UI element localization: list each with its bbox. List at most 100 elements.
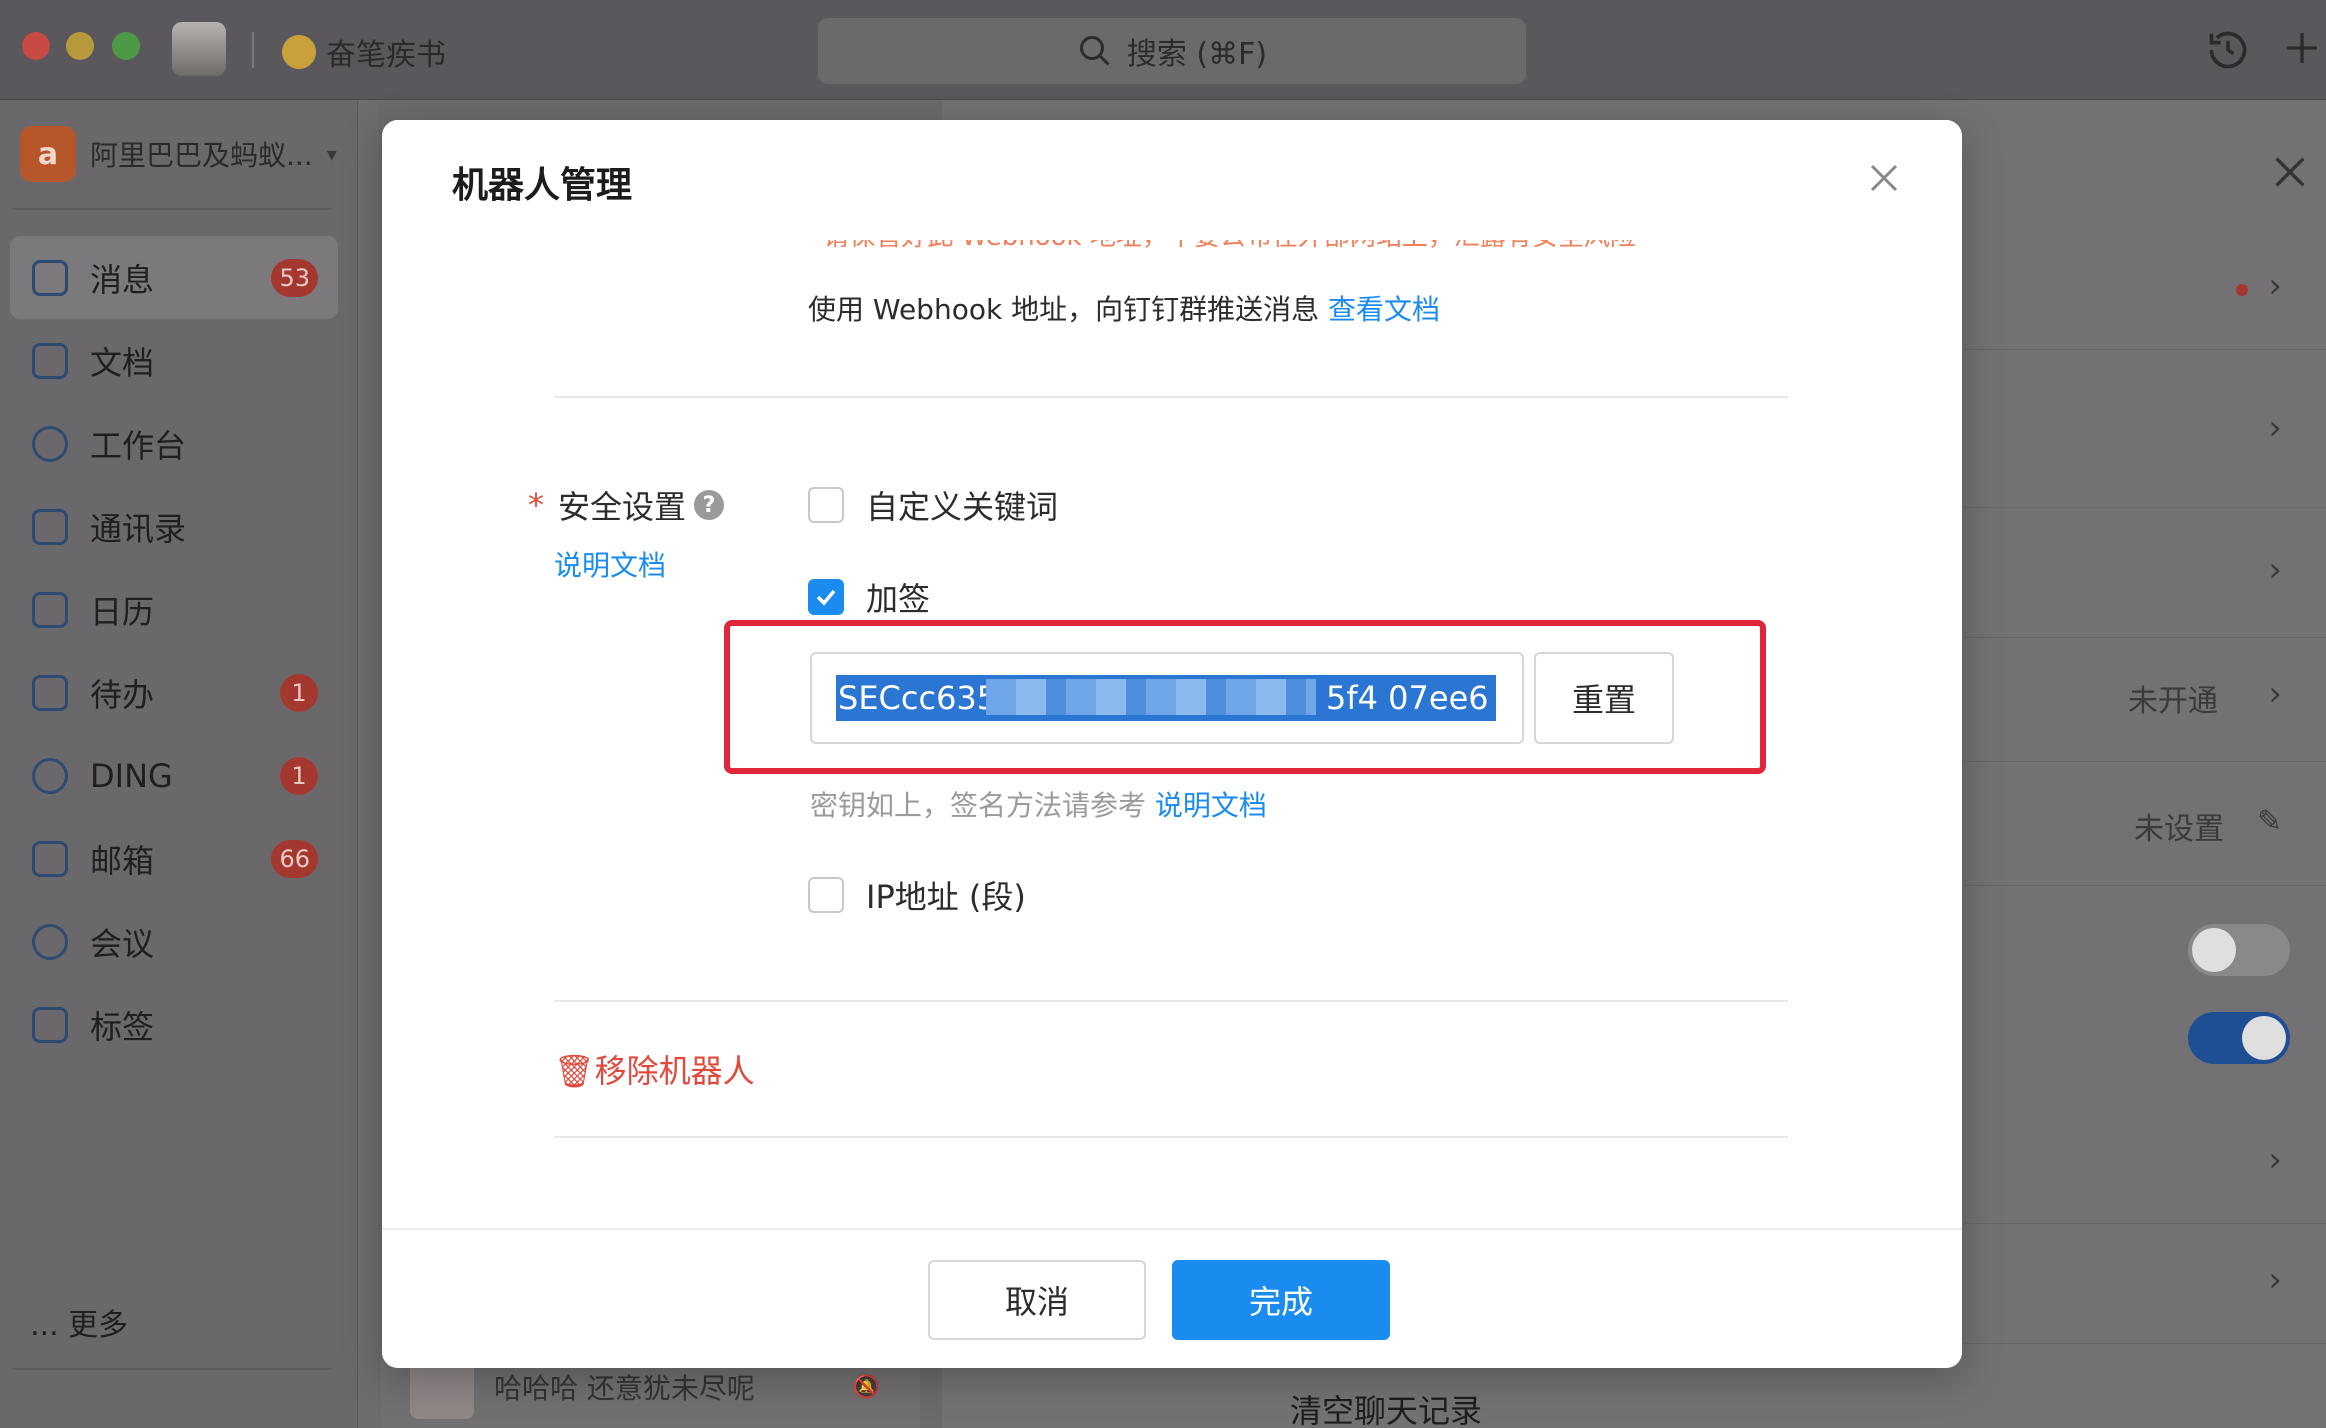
view-docs-link[interactable]: 查看文档 bbox=[1328, 293, 1440, 326]
plus-icon[interactable] bbox=[2282, 28, 2322, 68]
status-label[interactable]: 奋笔疾书 bbox=[282, 30, 446, 74]
search-icon bbox=[1079, 36, 1110, 66]
unread-badge: 53 bbox=[271, 258, 318, 297]
hint-text: 密钥如上，签名方法请参考 bbox=[810, 789, 1147, 822]
sidebar-item-label: 待办 bbox=[90, 675, 155, 714]
calendar-icon bbox=[32, 591, 68, 628]
remove-robot-button[interactable]: 🗑移除机器人 bbox=[554, 1046, 755, 1092]
sidebar-item-label: 邮箱 bbox=[90, 841, 155, 880]
sidebar-item-label: 会议 bbox=[90, 924, 155, 963]
sidebar-item-ding[interactable]: DING 1 bbox=[10, 734, 338, 817]
lightning-icon bbox=[32, 757, 68, 794]
divider bbox=[12, 1368, 332, 1370]
option-label: IP地址 (段) bbox=[866, 878, 1026, 916]
clear-chat-button[interactable]: 清空聊天记录 bbox=[1290, 1386, 1482, 1428]
window-zoom-button[interactable] bbox=[112, 32, 140, 60]
webhook-description: 使用 Webhook 地址，向钉钉群推送消息 查看文档 bbox=[808, 288, 1440, 328]
mute-icon: 🔕 bbox=[852, 1374, 880, 1400]
sidebar-item-label: 消息 bbox=[90, 260, 155, 299]
search-bar[interactable]: 搜索 (⌘F) bbox=[818, 18, 1526, 84]
unread-badge: 66 bbox=[271, 839, 318, 878]
emoji-icon bbox=[282, 35, 316, 69]
toggle-off[interactable] bbox=[2188, 924, 2290, 976]
help-icon[interactable]: ? bbox=[694, 490, 725, 520]
chevron-right-icon: › bbox=[2268, 1260, 2282, 1300]
sidebar-item-label: 标签 bbox=[90, 1007, 155, 1046]
contacts-icon bbox=[32, 508, 68, 545]
status-text: 未设置 bbox=[2134, 812, 2224, 847]
option-custom-keyword[interactable]: 自定义关键词 bbox=[808, 482, 1058, 528]
sidebar-item-calendar[interactable]: 日历 bbox=[10, 568, 338, 651]
trash-icon: 🗑 bbox=[554, 1052, 595, 1090]
settings-row[interactable]: › bbox=[1962, 350, 2326, 508]
org-logo: a bbox=[20, 126, 76, 182]
search-placeholder: 搜索 (⌘F) bbox=[1126, 37, 1268, 72]
checkbox-checked[interactable] bbox=[808, 579, 844, 615]
sidebar-item-contacts[interactable]: 通讯录 bbox=[10, 485, 338, 568]
settings-row[interactable]: 未设置 ✎ bbox=[1962, 762, 2326, 886]
chevron-right-icon: › bbox=[2268, 266, 2282, 306]
option-ip[interactable]: IP地址 (段) bbox=[808, 872, 1026, 918]
status-text: 未开通 bbox=[2128, 684, 2218, 719]
checkmark-icon bbox=[816, 589, 836, 606]
security-label-text: 安全设置 bbox=[558, 488, 687, 526]
divider bbox=[554, 396, 1788, 398]
sidebar-item-mail[interactable]: 邮箱 66 bbox=[10, 817, 338, 900]
phone-icon bbox=[32, 923, 68, 960]
user-avatar[interactable] bbox=[172, 22, 226, 76]
dialog-title: 机器人管理 bbox=[452, 165, 633, 206]
sidebar-item-docs[interactable]: 文档 bbox=[10, 319, 338, 402]
close-icon[interactable] bbox=[1866, 160, 1902, 196]
title-bar: 奋笔疾书 搜索 (⌘F) bbox=[0, 0, 2326, 100]
divider bbox=[12, 208, 332, 210]
unread-badge: 1 bbox=[280, 756, 318, 795]
dialog-header: 机器人管理 bbox=[382, 120, 1962, 238]
security-settings-label: * 安全设置 ? bbox=[528, 482, 725, 528]
close-icon[interactable] bbox=[2270, 152, 2310, 192]
secret-key-selection: SECcc635 5f4 07ee6 bbox=[836, 675, 1496, 721]
hint-doc-link[interactable]: 说明文档 bbox=[1155, 789, 1267, 822]
org-switcher[interactable]: a 阿里巴巴及蚂蚁... ▾ bbox=[20, 126, 337, 182]
settings-row[interactable]: 未开通 › bbox=[1962, 638, 2326, 762]
sidebar-nav: 消息 53 文档 工作台 通讯录 日历 待办 1 DING 1 邮箱 66 会议… bbox=[10, 236, 338, 1066]
tag-icon bbox=[32, 1006, 68, 1043]
history-icon[interactable] bbox=[2206, 28, 2250, 72]
chevron-right-icon: › bbox=[2268, 408, 2282, 448]
document-icon bbox=[32, 342, 68, 379]
grid-icon bbox=[32, 425, 68, 462]
settings-row[interactable]: › bbox=[1962, 1100, 2326, 1224]
chevron-right-icon: › bbox=[2268, 1140, 2282, 1180]
settings-row[interactable]: › bbox=[1962, 226, 2326, 350]
secret-key-tail: 5f4 07ee6 bbox=[1326, 679, 1489, 717]
checkbox-unchecked[interactable] bbox=[808, 877, 844, 913]
checkbox-unchecked[interactable] bbox=[808, 487, 844, 523]
sidebar-item-workbench[interactable]: 工作台 bbox=[10, 402, 338, 485]
chevron-down-icon: ▾ bbox=[326, 142, 337, 166]
divider bbox=[554, 1136, 1788, 1138]
sidebar-item-tags[interactable]: 标签 bbox=[10, 983, 338, 1066]
option-sign[interactable]: 加签 bbox=[808, 574, 930, 620]
sidebar-item-messages[interactable]: 消息 53 bbox=[10, 236, 338, 319]
security-doc-link[interactable]: 说明文档 bbox=[554, 544, 666, 584]
settings-row[interactable]: › bbox=[1962, 1224, 2326, 1344]
org-name: 阿里巴巴及蚂蚁... bbox=[90, 139, 313, 172]
sidebar-more[interactable]: ... 更多 bbox=[30, 1300, 128, 1344]
window-minimize-button[interactable] bbox=[66, 32, 94, 60]
webhook-text: 使用 Webhook 地址，向钉钉群推送消息 bbox=[808, 293, 1320, 326]
done-button[interactable]: 完成 bbox=[1172, 1260, 1390, 1340]
toggle-on[interactable] bbox=[2188, 1012, 2290, 1064]
option-label: 自定义关键词 bbox=[866, 488, 1059, 526]
remove-robot-label: 移除机器人 bbox=[594, 1052, 755, 1090]
edit-icon: ✎ bbox=[2256, 804, 2282, 839]
sidebar-item-label: 日历 bbox=[90, 592, 155, 631]
robot-management-dialog: * 请保管好此 Webhook 地址，不要公布在外部网站上，泄露有安全风险 机器… bbox=[382, 120, 1962, 1368]
window-close-button[interactable] bbox=[22, 32, 50, 60]
sidebar-item-label: DING bbox=[90, 756, 173, 795]
red-dot bbox=[2236, 284, 2248, 296]
secret-key-field[interactable]: SECcc635 5f4 07ee6 bbox=[810, 652, 1524, 744]
reset-button[interactable]: 重置 bbox=[1534, 652, 1674, 744]
sidebar-item-meeting[interactable]: 会议 bbox=[10, 900, 338, 983]
cancel-button[interactable]: 取消 bbox=[928, 1260, 1146, 1340]
sidebar-item-todo[interactable]: 待办 1 bbox=[10, 651, 338, 734]
settings-row[interactable]: › bbox=[1962, 508, 2326, 638]
